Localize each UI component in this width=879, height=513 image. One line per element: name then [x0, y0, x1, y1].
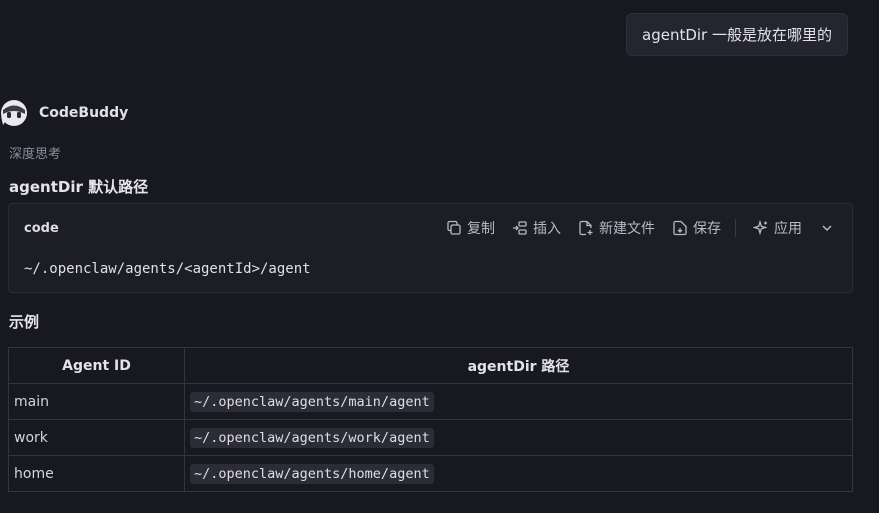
- save-label: 保存: [693, 221, 721, 237]
- table-header-agent-id: Agent ID: [8, 347, 185, 384]
- insert-icon: [513, 221, 527, 235]
- table-cell-path: ~/.openclaw/agents/main/agent: [184, 383, 853, 420]
- section-title-example: 示例: [9, 313, 40, 331]
- toolbar-divider: [735, 219, 736, 237]
- copy-button[interactable]: 复制: [446, 218, 495, 238]
- chevron-down-icon: [822, 225, 832, 232]
- apply-button[interactable]: 应用: [753, 218, 802, 238]
- code-content: ~/.openclaw/agents/<agentId>/agent: [24, 261, 311, 277]
- apply-label: 应用: [774, 221, 802, 237]
- copy-icon: [447, 220, 461, 235]
- new-file-label: 新建文件: [599, 221, 655, 237]
- table-cell-path: ~/.openclaw/agents/home/agent: [184, 455, 853, 492]
- table-cell-agent-id: work: [8, 419, 185, 456]
- assistant-name: CodeBuddy: [39, 105, 129, 121]
- table-row: work ~/.openclaw/agents/work/agent: [8, 419, 853, 456]
- copy-label: 复制: [467, 221, 495, 237]
- save-button[interactable]: 保存: [672, 218, 721, 238]
- table-row: home ~/.openclaw/agents/home/agent: [8, 455, 853, 492]
- table-header-agentdir-path: agentDir 路径: [184, 347, 853, 384]
- assistant-header: CodeBuddy: [0, 98, 128, 128]
- inline-code-path: ~/.openclaw/agents/home/agent: [190, 463, 434, 484]
- table-cell-agent-id: main: [8, 383, 185, 420]
- code-language-label: code: [24, 221, 59, 236]
- table-row: main ~/.openclaw/agents/main/agent: [8, 383, 853, 420]
- inline-code-path: ~/.openclaw/agents/main/agent: [190, 391, 434, 412]
- user-message-text: agentDir 一般是放在哪里的: [642, 26, 832, 44]
- section-title-default-path: agentDir 默认路径: [9, 178, 149, 196]
- table-cell-path: ~/.openclaw/agents/work/agent: [184, 419, 853, 456]
- example-table: Agent ID agentDir 路径 main ~/.openclaw/ag…: [8, 347, 853, 492]
- save-icon: [673, 220, 687, 236]
- deep-thinking-label[interactable]: 深度思考: [9, 143, 61, 162]
- table-header-row: Agent ID agentDir 路径: [8, 347, 853, 384]
- table-cell-agent-id: home: [8, 455, 185, 492]
- more-options-button[interactable]: [820, 221, 834, 235]
- new-file-icon: [579, 220, 593, 236]
- inline-code-path: ~/.openclaw/agents/work/agent: [190, 427, 434, 448]
- user-message-bubble: agentDir 一般是放在哪里的: [626, 13, 848, 56]
- code-toolbar: 复制 插入 新建文件 保存 应用: [429, 218, 834, 238]
- codebuddy-avatar-icon: [0, 98, 28, 128]
- sparkle-icon: [753, 220, 768, 236]
- insert-label: 插入: [533, 221, 561, 237]
- insert-button[interactable]: 插入: [512, 218, 561, 238]
- code-block: code 复制 插入 新建文件 保存 应用 ~/.openclaw/agents…: [8, 203, 853, 293]
- new-file-button[interactable]: 新建文件: [578, 218, 655, 238]
